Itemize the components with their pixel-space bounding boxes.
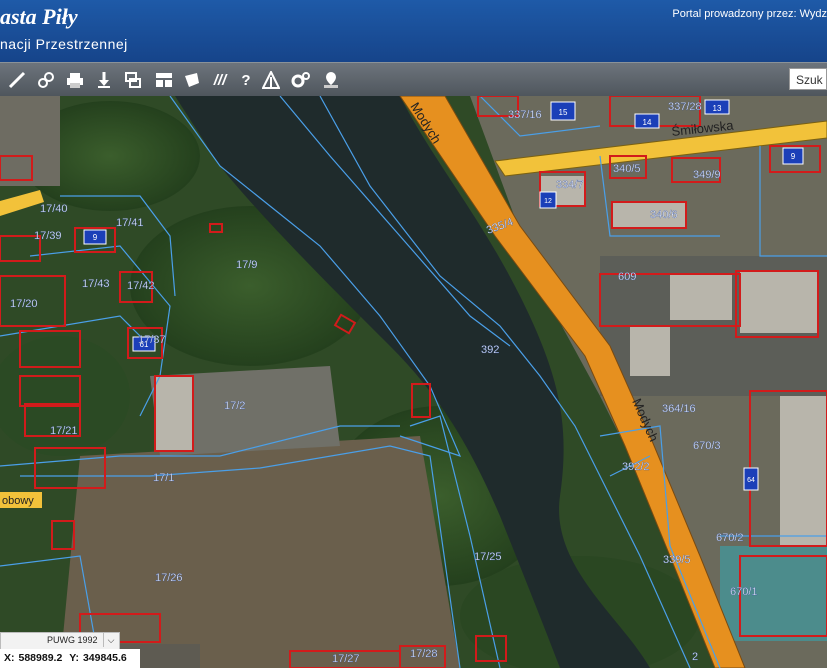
svg-text:670/1: 670/1 (730, 586, 758, 598)
svg-text:340/5: 340/5 (613, 163, 641, 175)
svg-text:17/26: 17/26 (155, 572, 183, 584)
portal-title: asta Piły (0, 4, 78, 29)
industrial-yard (60, 436, 460, 668)
svg-text:392: 392 (481, 344, 499, 356)
locate-icon[interactable] (320, 69, 342, 91)
search-input[interactable]: Szuk (789, 68, 827, 90)
settings-icon[interactable] (290, 69, 312, 91)
print-icon[interactable] (64, 69, 86, 91)
x-coord-label: X: (4, 652, 15, 664)
map-canvas[interactable]: 15 14 13 12 9 9 61 64 Śmiłowska Modych M… (0, 96, 827, 668)
svg-text:12: 12 (544, 198, 552, 205)
chevron-down-icon[interactable]: ⌵ (103, 633, 118, 647)
svg-text:670/3: 670/3 (693, 440, 721, 452)
svg-text:609: 609 (618, 271, 636, 283)
portal-subtitle: nacji Przestrzennej (0, 36, 128, 52)
svg-text:9: 9 (93, 233, 98, 242)
svg-text:17/20: 17/20 (10, 298, 38, 310)
svg-text:13: 13 (713, 104, 722, 113)
download-icon[interactable] (93, 69, 115, 91)
svg-text:17/37: 17/37 (138, 334, 166, 346)
portal-operator-text: Portal prowadzony przez: Wydz (672, 8, 827, 20)
svg-text:340/6: 340/6 (650, 209, 678, 221)
svg-text:364/16: 364/16 (662, 403, 696, 415)
ruler-icon[interactable] (6, 69, 28, 91)
svg-text:17/42: 17/42 (127, 280, 155, 292)
x-coord-value: 588989.2 (18, 652, 63, 664)
projection-label: PUWG 1992 (47, 635, 98, 645)
svg-text:670/2: 670/2 (716, 532, 744, 544)
svg-text:17/40: 17/40 (40, 203, 68, 215)
svg-text:2: 2 (692, 651, 698, 663)
svg-text:17/21: 17/21 (50, 425, 78, 437)
coordinate-readout: X: 588989.2 Y: 349845.6 (0, 649, 140, 668)
svg-text:337/16: 337/16 (508, 109, 542, 121)
svg-text:17/9: 17/9 (236, 259, 257, 271)
svg-text:17/43: 17/43 (82, 278, 110, 290)
portal-header: asta Piły nacji Przestrzennej Portal pro… (0, 0, 827, 62)
street-label-obowy: obowy (2, 495, 34, 507)
svg-text:334/7: 334/7 (556, 179, 584, 191)
svg-text:337/28: 337/28 (668, 101, 702, 113)
y-coord-value: 349845.6 (82, 652, 127, 664)
projection-selector[interactable]: PUWG 1992 ⌵ (0, 632, 120, 650)
svg-text:64: 64 (747, 477, 755, 484)
svg-text:17/28: 17/28 (410, 648, 438, 660)
svg-text:339/5: 339/5 (663, 554, 691, 566)
svg-text:17/2: 17/2 (224, 400, 245, 412)
svg-text:392/2: 392/2 (622, 461, 650, 473)
link-icon[interactable] (35, 69, 57, 91)
svg-text:17/27: 17/27 (332, 653, 360, 665)
map-toolbar: /// ? Szuk (0, 62, 827, 97)
svg-text:14: 14 (643, 118, 652, 127)
svg-text:17/25: 17/25 (474, 551, 502, 563)
warning-icon[interactable] (260, 69, 282, 91)
shape-icon[interactable] (181, 69, 203, 91)
svg-text:9: 9 (791, 152, 796, 161)
svg-text:17/41: 17/41 (116, 217, 144, 229)
svg-text:17/39: 17/39 (34, 230, 62, 242)
y-coord-label: Y: (69, 652, 79, 664)
svg-text:17/1: 17/1 (153, 472, 174, 484)
layout-icon[interactable] (153, 69, 175, 91)
svg-text:15: 15 (559, 108, 568, 117)
svg-text:349/9: 349/9 (693, 169, 721, 181)
help-icon[interactable]: ? (235, 69, 257, 91)
hatch-icon[interactable]: /// (209, 69, 231, 91)
layers-icon[interactable] (122, 69, 144, 91)
